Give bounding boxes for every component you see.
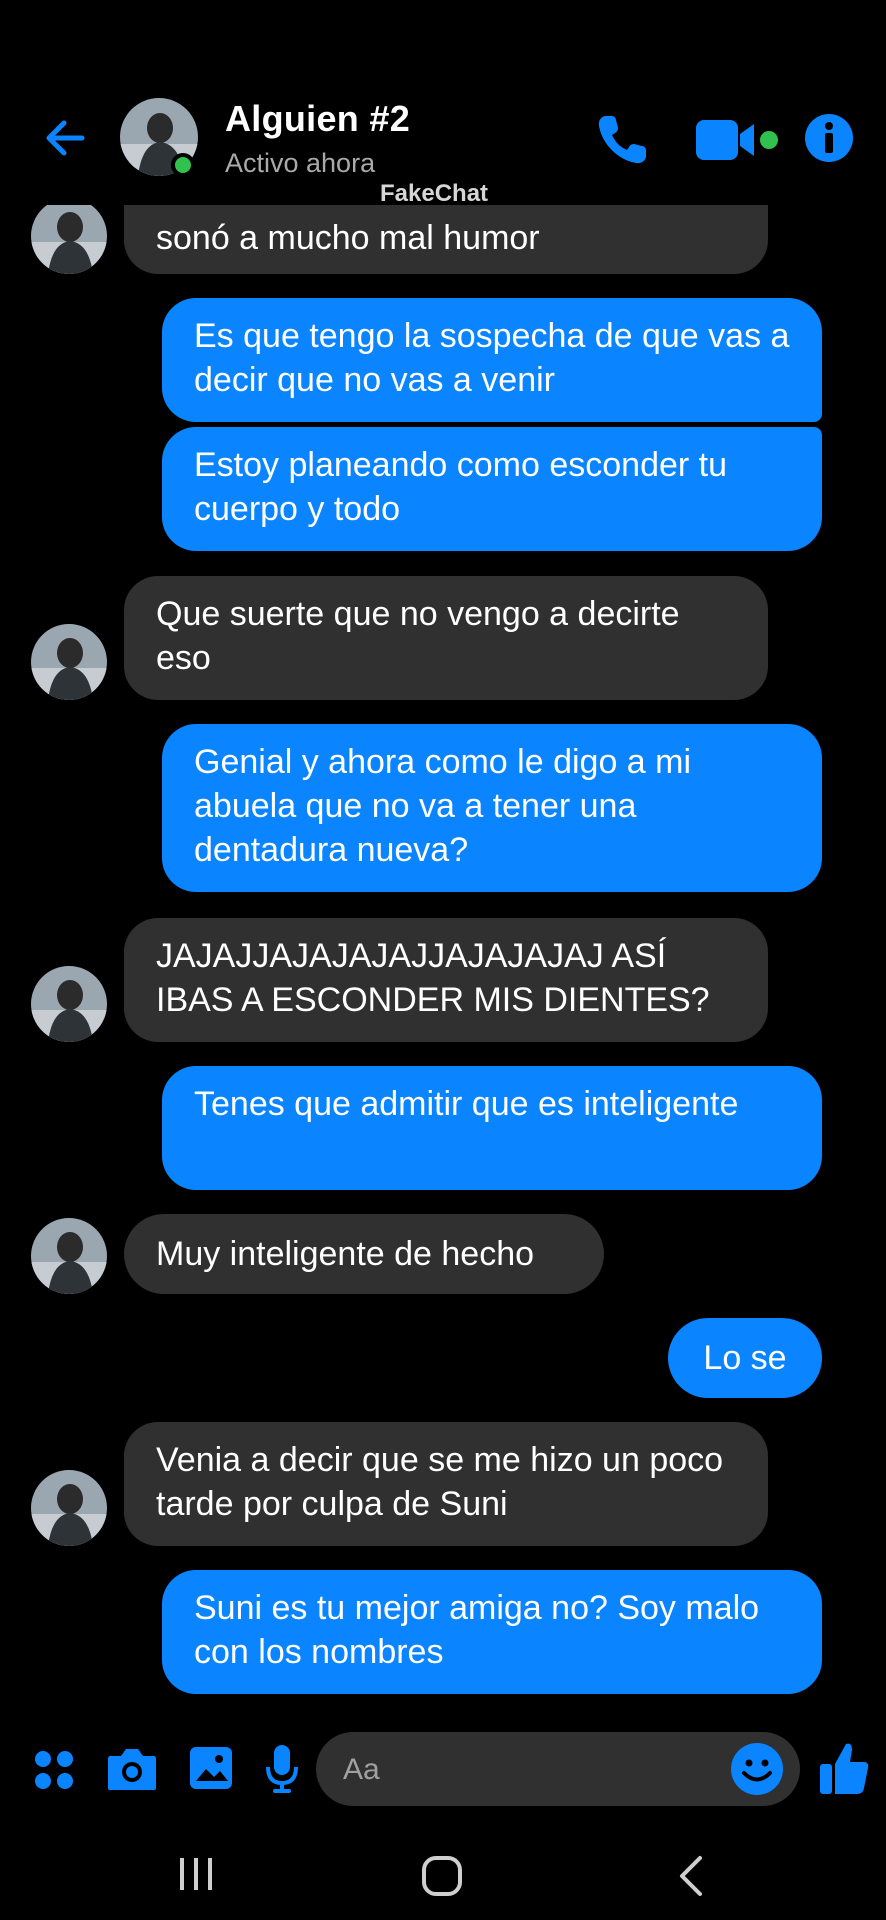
microphone-icon[interactable] (265, 1743, 299, 1795)
camera-icon[interactable] (106, 1746, 158, 1792)
sender-avatar (31, 1218, 107, 1294)
gallery-icon[interactable] (188, 1745, 234, 1791)
message-input[interactable] (316, 1732, 800, 1806)
message-outgoing[interactable]: Genial y ahora como le digo a mi abuela … (162, 724, 822, 892)
sender-avatar (31, 1470, 107, 1546)
message-incoming[interactable]: JAJAJJAJAJAJAJJAJAJAJAJ ASÍ IBAS A ESCON… (124, 918, 768, 1042)
emoji-icon[interactable] (730, 1742, 784, 1796)
contact-name[interactable]: Alguien #2 (225, 98, 410, 140)
message-outgoing[interactable]: Estoy planeando como esconder tu cuerpo … (162, 427, 822, 551)
sender-avatar (31, 198, 107, 274)
message-incoming[interactable]: Venia a decir que se me hizo un poco tar… (124, 1422, 768, 1546)
sender-avatar (31, 966, 107, 1042)
message-outgoing[interactable]: Es que tengo la sospecha de que vas a de… (162, 298, 822, 422)
back-nav-icon[interactable] (676, 1854, 706, 1898)
back-arrow-icon[interactable] (38, 110, 94, 166)
online-indicator (171, 153, 195, 177)
message-outgoing[interactable]: Tenes que admitir que es inteligente (162, 1066, 822, 1190)
message-incoming[interactable]: Que suerte que no vengo a decirte eso (124, 576, 768, 700)
phone-call-icon[interactable] (592, 110, 652, 170)
video-call-icon[interactable] (696, 116, 786, 164)
watermark: FakeChat (380, 180, 489, 207)
message-input-placeholder[interactable]: Aa (343, 1753, 380, 1787)
home-icon[interactable] (420, 1854, 464, 1898)
chat-header: Alguien #2 Activo ahora (0, 0, 886, 205)
message-outgoing[interactable]: Lo se (668, 1318, 822, 1398)
message-outgoing[interactable]: Suni es tu mejor amiga no? Soy malo con … (162, 1570, 822, 1694)
recent-apps-icon[interactable] (176, 1854, 216, 1894)
sender-avatar (31, 624, 107, 700)
info-icon[interactable] (803, 112, 855, 164)
system-navigation-bar (0, 1840, 886, 1920)
like-thumbs-up-icon[interactable] (818, 1740, 870, 1796)
apps-icon[interactable] (33, 1749, 75, 1791)
message-incoming[interactable]: Muy inteligente de hecho (124, 1214, 604, 1294)
active-status: Activo ahora (225, 148, 376, 178)
